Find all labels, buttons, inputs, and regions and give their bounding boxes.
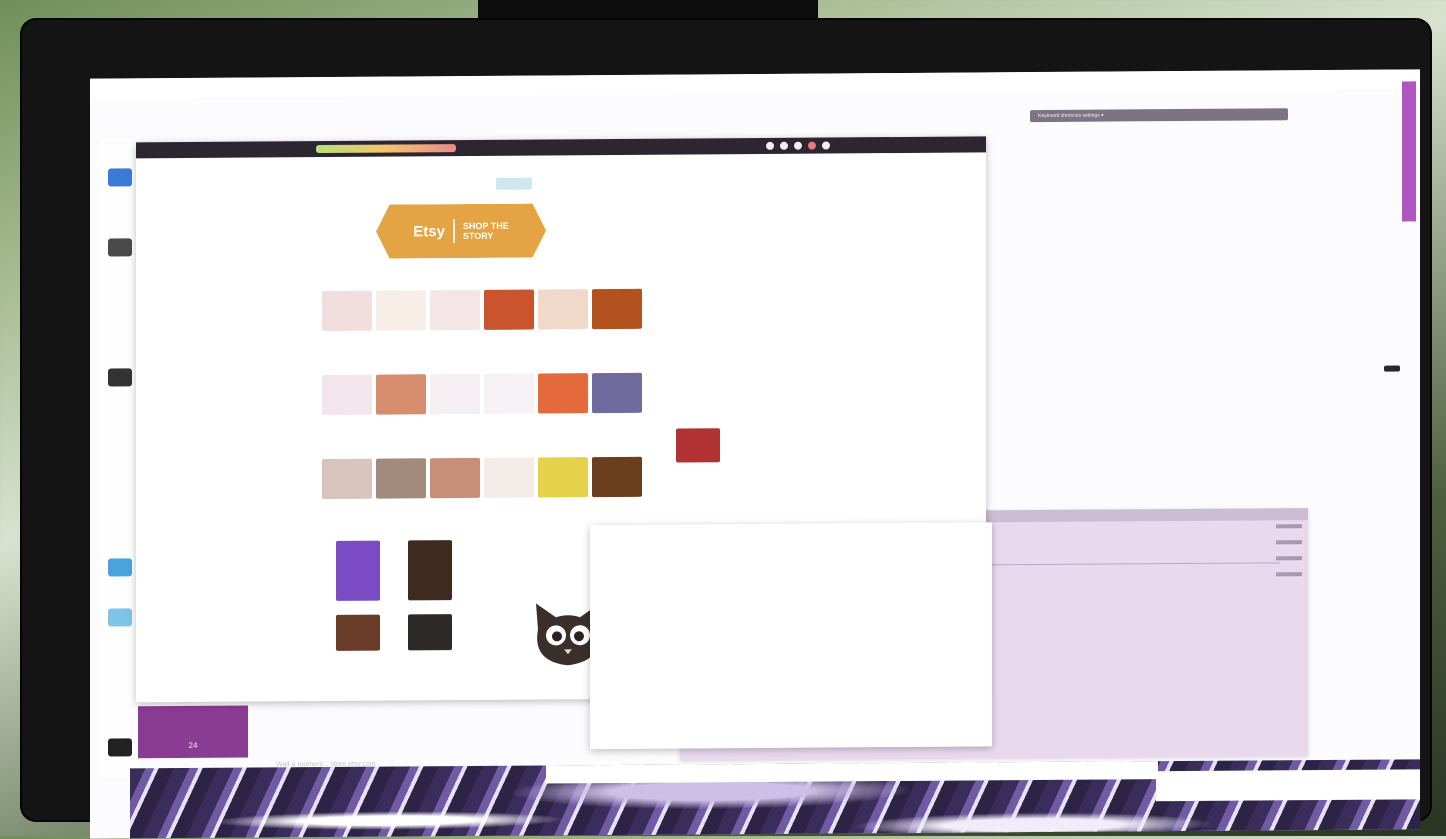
page-tab[interactable] bbox=[496, 177, 532, 190]
app-launcher-icon[interactable] bbox=[108, 168, 132, 187]
bookmark-icon[interactable] bbox=[808, 141, 816, 150]
menu-icon[interactable] bbox=[822, 141, 830, 150]
product-thumbnail[interactable] bbox=[430, 289, 480, 331]
window-handle[interactable] bbox=[1384, 365, 1400, 372]
monitor-frame: Keyboard shortcuts settings ▾ 24 Etsy SH… bbox=[22, 20, 1430, 839]
right-scrollbar[interactable] bbox=[1402, 81, 1416, 222]
product-thumbnail[interactable] bbox=[430, 373, 480, 415]
floating-image[interactable] bbox=[676, 428, 720, 463]
browser-toolbar bbox=[136, 136, 986, 159]
divider bbox=[990, 562, 1280, 566]
list-item[interactable] bbox=[1276, 540, 1302, 545]
logo-divider bbox=[453, 219, 455, 243]
product-image[interactable] bbox=[408, 614, 452, 651]
product-thumbnail[interactable] bbox=[484, 373, 534, 414]
product-image[interactable] bbox=[408, 540, 452, 601]
product-thumbnail[interactable] bbox=[538, 289, 588, 330]
screen: Keyboard shortcuts settings ▾ 24 Etsy SH… bbox=[90, 69, 1420, 839]
product-image[interactable] bbox=[336, 540, 380, 601]
top-menu-pill[interactable]: Keyboard shortcuts settings ▾ bbox=[1030, 108, 1288, 123]
list-item[interactable] bbox=[1276, 556, 1302, 561]
refresh-icon[interactable] bbox=[794, 141, 802, 150]
browser-icon[interactable] bbox=[108, 558, 132, 577]
files-icon[interactable] bbox=[108, 368, 132, 387]
product-thumbnail[interactable] bbox=[376, 374, 426, 415]
back-icon[interactable] bbox=[766, 141, 774, 150]
trash-icon[interactable] bbox=[108, 738, 132, 757]
product-thumbnail[interactable] bbox=[538, 457, 588, 498]
product-thumbnail[interactable] bbox=[322, 458, 372, 500]
site-logo[interactable]: Etsy SHOP THE STORY bbox=[376, 203, 546, 258]
product-thumbnail[interactable] bbox=[376, 290, 426, 331]
url-bar[interactable] bbox=[316, 144, 456, 154]
logo-left-text: Etsy bbox=[413, 222, 445, 240]
product-thumbnail[interactable] bbox=[592, 372, 642, 414]
product-thumbnail[interactable] bbox=[430, 457, 480, 499]
list-item[interactable] bbox=[1276, 524, 1302, 529]
monitor-top-bezel bbox=[478, 0, 818, 20]
product-thumbnail[interactable] bbox=[484, 457, 534, 498]
product-thumbnail[interactable] bbox=[322, 290, 372, 332]
minimized-window[interactable] bbox=[1156, 769, 1420, 802]
front-window[interactable] bbox=[590, 522, 992, 750]
logo-right-text: SHOP THE STORY bbox=[462, 220, 509, 242]
product-thumbnail[interactable] bbox=[322, 374, 372, 416]
terminal-panel[interactable]: 24 bbox=[138, 705, 248, 759]
forward-icon[interactable] bbox=[780, 141, 788, 150]
panel-label: 24 bbox=[188, 740, 198, 750]
product-thumbnail[interactable] bbox=[592, 288, 642, 330]
product-thumbnail[interactable] bbox=[538, 373, 588, 414]
product-thumbnail[interactable] bbox=[484, 289, 534, 330]
product-image[interactable] bbox=[336, 614, 380, 651]
product-thumbnail[interactable] bbox=[376, 458, 426, 499]
launcher-dock bbox=[100, 138, 146, 779]
list-item[interactable] bbox=[1276, 572, 1302, 577]
top-panel bbox=[90, 69, 1420, 99]
terminal-icon[interactable] bbox=[108, 238, 132, 257]
settings-icon[interactable] bbox=[108, 608, 132, 627]
product-thumbnail[interactable] bbox=[592, 456, 642, 498]
